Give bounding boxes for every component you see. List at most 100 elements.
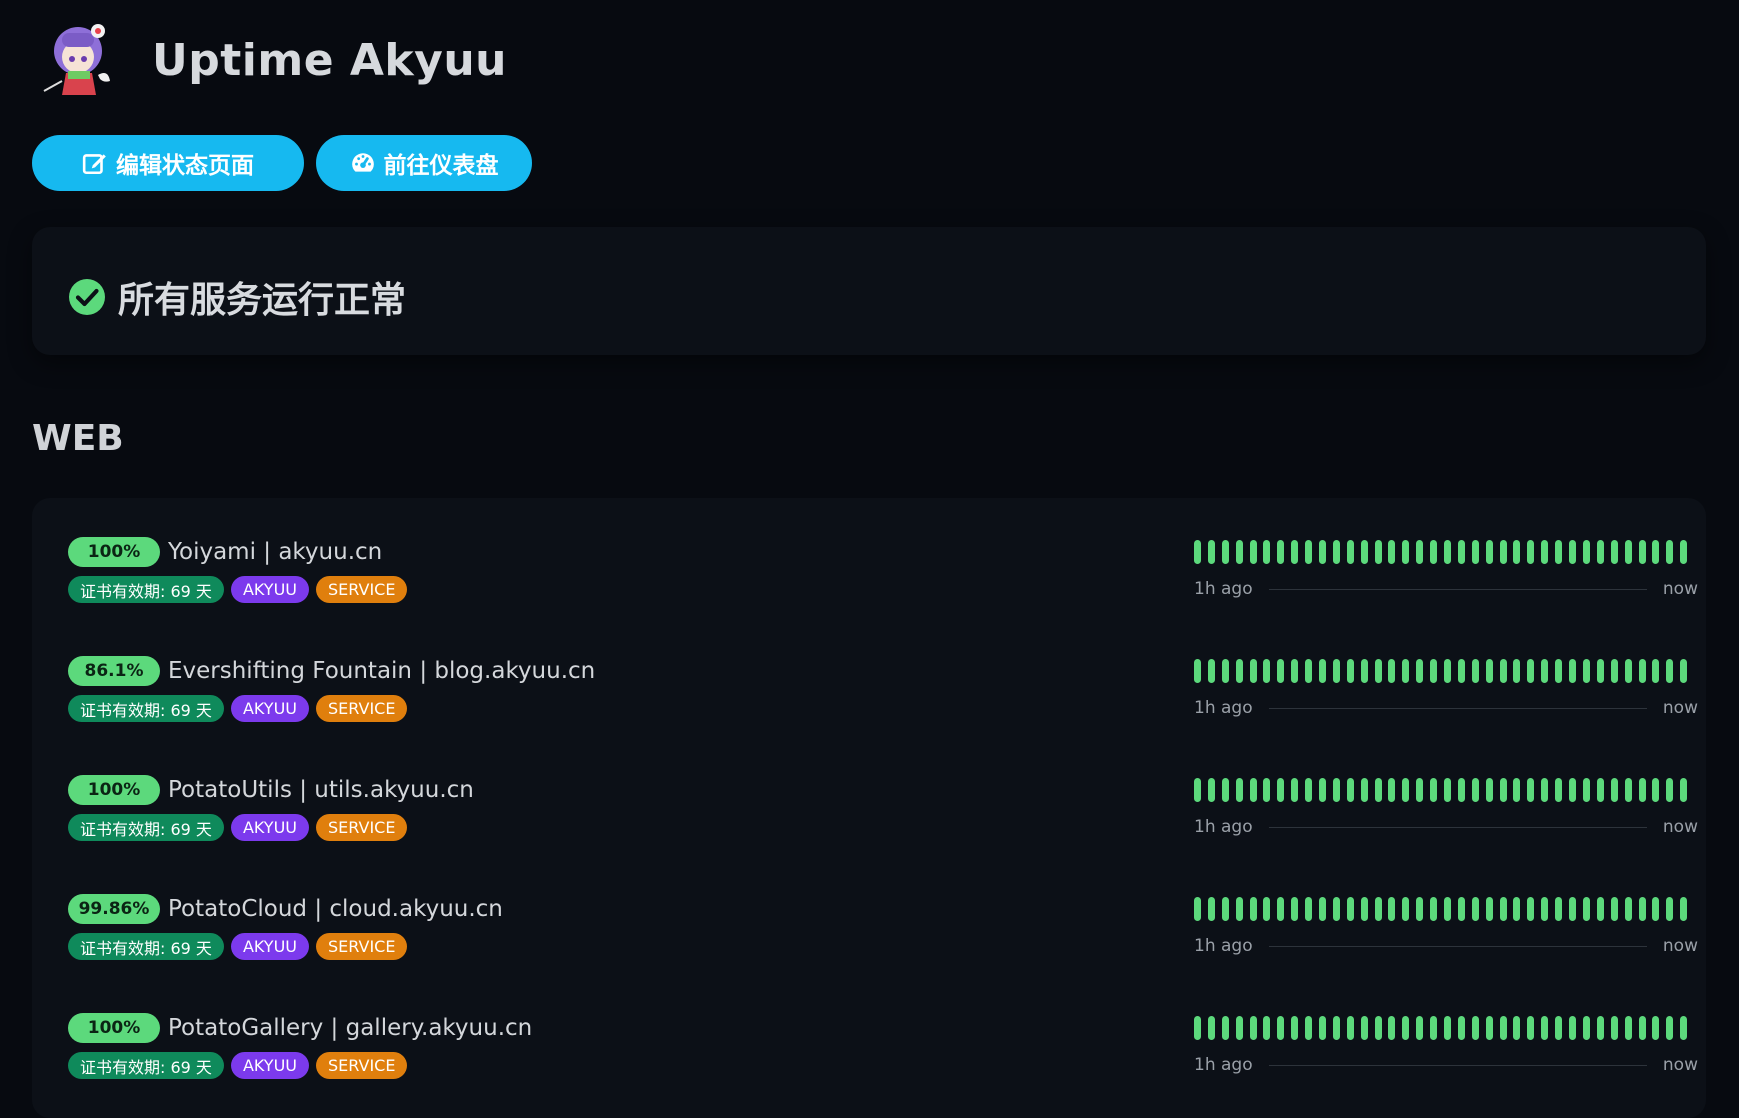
heartbeat-beat[interactable] bbox=[1416, 540, 1424, 564]
heartbeat-beat[interactable] bbox=[1194, 1016, 1201, 1040]
heartbeat-beat[interactable] bbox=[1666, 540, 1674, 564]
heartbeat-beat[interactable] bbox=[1291, 659, 1299, 683]
heartbeat-beat[interactable] bbox=[1457, 659, 1465, 683]
heartbeat-beat[interactable] bbox=[1652, 540, 1660, 564]
heartbeat-beat[interactable] bbox=[1471, 897, 1479, 921]
heartbeat-beat[interactable] bbox=[1249, 897, 1257, 921]
heartbeat-beat[interactable] bbox=[1485, 778, 1493, 802]
heartbeat-beat[interactable] bbox=[1194, 659, 1201, 683]
heartbeat-beat[interactable] bbox=[1416, 778, 1424, 802]
heartbeat-beat[interactable] bbox=[1388, 540, 1396, 564]
heartbeat-beat[interactable] bbox=[1319, 778, 1327, 802]
heartbeat-beat[interactable] bbox=[1527, 540, 1535, 564]
monitor-name[interactable]: PotatoCloud | cloud.akyuu.cn bbox=[168, 896, 503, 922]
heartbeat-beat[interactable] bbox=[1291, 540, 1299, 564]
heartbeat-beat[interactable] bbox=[1582, 778, 1590, 802]
heartbeat-beat[interactable] bbox=[1374, 540, 1382, 564]
heartbeat-beat[interactable] bbox=[1235, 659, 1243, 683]
heartbeat-beat[interactable] bbox=[1305, 778, 1313, 802]
heartbeat-beat[interactable] bbox=[1207, 540, 1215, 564]
heartbeat-beat[interactable] bbox=[1263, 897, 1271, 921]
heartbeat-beat[interactable] bbox=[1555, 778, 1563, 802]
heartbeat-beat[interactable] bbox=[1485, 540, 1493, 564]
heartbeat-beat[interactable] bbox=[1221, 1016, 1229, 1040]
heartbeat-beat[interactable] bbox=[1610, 659, 1618, 683]
heartbeat-beat[interactable] bbox=[1666, 1016, 1674, 1040]
heartbeat-beat[interactable] bbox=[1513, 1016, 1521, 1040]
heartbeat-beat[interactable] bbox=[1346, 897, 1354, 921]
heartbeat-beat[interactable] bbox=[1277, 778, 1285, 802]
heartbeat-beat[interactable] bbox=[1638, 659, 1646, 683]
heartbeat-beat[interactable] bbox=[1263, 540, 1271, 564]
heartbeat-beat[interactable] bbox=[1652, 659, 1660, 683]
heartbeat-beat[interactable] bbox=[1360, 897, 1368, 921]
heartbeat-beat[interactable] bbox=[1263, 1016, 1271, 1040]
heartbeat-beat[interactable] bbox=[1360, 778, 1368, 802]
heartbeat-beat[interactable] bbox=[1430, 778, 1438, 802]
heartbeat-beat[interactable] bbox=[1569, 778, 1577, 802]
heartbeat-beat[interactable] bbox=[1235, 540, 1243, 564]
heartbeat-beat[interactable] bbox=[1249, 659, 1257, 683]
heartbeat-beat[interactable] bbox=[1249, 1016, 1257, 1040]
heartbeat-beat[interactable] bbox=[1235, 778, 1243, 802]
heartbeat-beat[interactable] bbox=[1221, 540, 1229, 564]
heartbeat-beat[interactable] bbox=[1207, 1016, 1215, 1040]
heartbeat-beat[interactable] bbox=[1555, 659, 1563, 683]
heartbeat-beat[interactable] bbox=[1444, 778, 1452, 802]
heartbeat-beat[interactable] bbox=[1610, 540, 1618, 564]
heartbeat-beat[interactable] bbox=[1346, 540, 1354, 564]
heartbeat-beat[interactable] bbox=[1485, 897, 1493, 921]
heartbeat-beat[interactable] bbox=[1207, 659, 1215, 683]
heartbeat-beat[interactable] bbox=[1638, 778, 1646, 802]
heartbeat-beat[interactable] bbox=[1457, 540, 1465, 564]
heartbeat-beat[interactable] bbox=[1221, 897, 1229, 921]
heartbeat-beat[interactable] bbox=[1541, 897, 1549, 921]
heartbeat-beat[interactable] bbox=[1527, 897, 1535, 921]
heartbeat-beat[interactable] bbox=[1624, 659, 1632, 683]
heartbeat-beat[interactable] bbox=[1666, 778, 1674, 802]
heartbeat-beat[interactable] bbox=[1319, 659, 1327, 683]
edit-status-page-button[interactable]: 编辑状态页面 bbox=[32, 135, 304, 191]
heartbeat-beat[interactable] bbox=[1360, 659, 1368, 683]
heartbeat-beat[interactable] bbox=[1638, 897, 1646, 921]
heartbeat-beat[interactable] bbox=[1680, 540, 1688, 564]
heartbeat-beat[interactable] bbox=[1582, 897, 1590, 921]
heartbeat-beat[interactable] bbox=[1444, 540, 1452, 564]
heartbeat-beat[interactable] bbox=[1388, 778, 1396, 802]
heartbeat-beat[interactable] bbox=[1332, 1016, 1340, 1040]
heartbeat-beat[interactable] bbox=[1305, 659, 1313, 683]
heartbeat-beat[interactable] bbox=[1555, 1016, 1563, 1040]
heartbeat-beat[interactable] bbox=[1471, 778, 1479, 802]
heartbeat-beat[interactable] bbox=[1652, 1016, 1660, 1040]
heartbeat-beat[interactable] bbox=[1541, 540, 1549, 564]
heartbeat-beat[interactable] bbox=[1485, 659, 1493, 683]
heartbeat-beat[interactable] bbox=[1374, 1016, 1382, 1040]
heartbeat-beat[interactable] bbox=[1499, 897, 1507, 921]
heartbeat-beat[interactable] bbox=[1513, 540, 1521, 564]
heartbeat-beat[interactable] bbox=[1610, 1016, 1618, 1040]
heartbeat-beat[interactable] bbox=[1235, 897, 1243, 921]
heartbeat-beat[interactable] bbox=[1582, 1016, 1590, 1040]
heartbeat-beat[interactable] bbox=[1457, 1016, 1465, 1040]
heartbeat-beat[interactable] bbox=[1596, 1016, 1604, 1040]
go-to-dashboard-button[interactable]: 前往仪表盘 bbox=[316, 135, 532, 191]
heartbeat-beat[interactable] bbox=[1207, 778, 1215, 802]
heartbeat-beat[interactable] bbox=[1652, 897, 1660, 921]
heartbeat-beat[interactable] bbox=[1277, 1016, 1285, 1040]
heartbeat-beat[interactable] bbox=[1569, 659, 1577, 683]
heartbeat-beat[interactable] bbox=[1277, 659, 1285, 683]
heartbeat-beat[interactable] bbox=[1596, 540, 1604, 564]
heartbeat-beat[interactable] bbox=[1471, 540, 1479, 564]
heartbeat-beat[interactable] bbox=[1485, 1016, 1493, 1040]
heartbeat-beat[interactable] bbox=[1332, 897, 1340, 921]
heartbeat-beat[interactable] bbox=[1332, 778, 1340, 802]
heartbeat-beat[interactable] bbox=[1416, 659, 1424, 683]
heartbeat-beat[interactable] bbox=[1249, 540, 1257, 564]
heartbeat-beat[interactable] bbox=[1374, 659, 1382, 683]
heartbeat-beat[interactable] bbox=[1277, 540, 1285, 564]
heartbeat-beat[interactable] bbox=[1527, 659, 1535, 683]
heartbeat-beat[interactable] bbox=[1596, 778, 1604, 802]
heartbeat-beat[interactable] bbox=[1430, 540, 1438, 564]
heartbeat-beat[interactable] bbox=[1388, 659, 1396, 683]
heartbeat-beat[interactable] bbox=[1402, 778, 1410, 802]
